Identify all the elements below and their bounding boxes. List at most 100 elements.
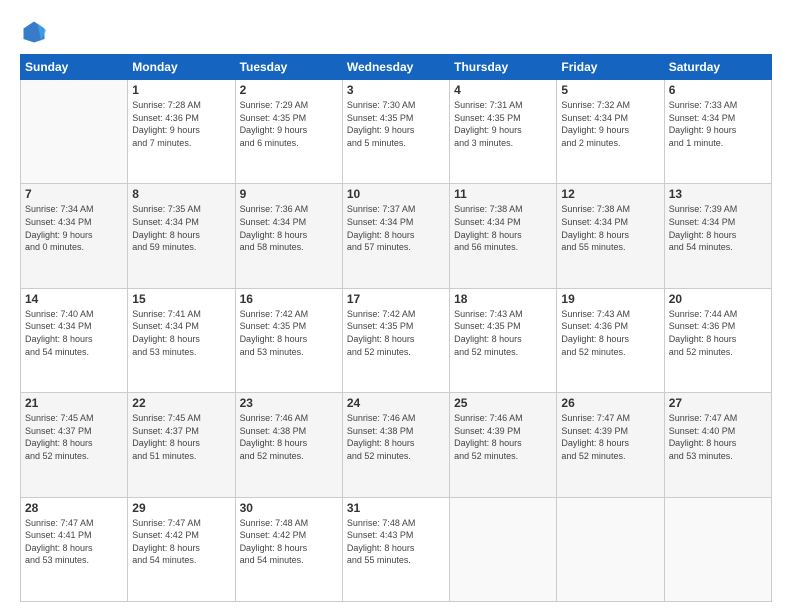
calendar-cell: 5 Sunrise: 7:32 AM Sunset: 4:34 PM Daylig… — [557, 80, 664, 184]
calendar-cell: 6 Sunrise: 7:33 AM Sunset: 4:34 PM Daylig… — [664, 80, 771, 184]
calendar-cell: 8 Sunrise: 7:35 AM Sunset: 4:34 PM Daylig… — [128, 184, 235, 288]
day-number: 14 — [25, 292, 123, 306]
cell-text: Sunrise: 7:38 AM Sunset: 4:34 PM Dayligh… — [561, 203, 659, 253]
cell-text: Sunrise: 7:41 AM Sunset: 4:34 PM Dayligh… — [132, 308, 230, 358]
cell-text: Sunrise: 7:31 AM Sunset: 4:35 PM Dayligh… — [454, 99, 552, 149]
day-number: 13 — [669, 187, 767, 201]
day-number: 3 — [347, 83, 445, 97]
calendar-cell — [21, 80, 128, 184]
cell-text: Sunrise: 7:44 AM Sunset: 4:36 PM Dayligh… — [669, 308, 767, 358]
cell-text: Sunrise: 7:48 AM Sunset: 4:43 PM Dayligh… — [347, 517, 445, 567]
calendar-week-4: 21 Sunrise: 7:45 AM Sunset: 4:37 PM Dayli… — [21, 393, 772, 497]
day-number: 5 — [561, 83, 659, 97]
day-number: 10 — [347, 187, 445, 201]
cell-text: Sunrise: 7:30 AM Sunset: 4:35 PM Dayligh… — [347, 99, 445, 149]
calendar-cell: 27Sunrise: 7:47 AM Sunset: 4:40 PM Dayli… — [664, 393, 771, 497]
calendar-cell: 1Sunrise: 7:28 AM Sunset: 4:36 PM Daylig… — [128, 80, 235, 184]
calendar-header-saturday: Saturday — [664, 55, 771, 80]
cell-text: Sunrise: 7:42 AM Sunset: 4:35 PM Dayligh… — [240, 308, 338, 358]
day-number: 17 — [347, 292, 445, 306]
calendar-cell: 15 Sunrise: 7:41 AM Sunset: 4:34 PM Dayli… — [128, 288, 235, 392]
calendar-week-2: 7 Sunrise: 7:34 AM Sunset: 4:34 PM Daylig… — [21, 184, 772, 288]
calendar-cell: 26 Sunrise: 7:47 AM Sunset: 4:39 PM Dayli… — [557, 393, 664, 497]
calendar-header-sunday: Sunday — [21, 55, 128, 80]
day-number: 26 — [561, 396, 659, 410]
day-number: 8 — [132, 187, 230, 201]
calendar-cell: 13 Sunrise: 7:39 AM Sunset: 4:34 PM Dayli… — [664, 184, 771, 288]
day-number: 6 — [669, 83, 767, 97]
cell-text: Sunrise: 7:43 AM Sunset: 4:36 PM Dayligh… — [561, 308, 659, 358]
day-number: 30 — [240, 501, 338, 515]
day-number: 24 — [347, 396, 445, 410]
calendar-cell: 30 Sunrise: 7:48 AM Sunset: 4:42 PM Dayli… — [235, 497, 342, 601]
day-number: 21 — [25, 396, 123, 410]
page: SundayMondayTuesdayWednesdayThursdayFrid… — [0, 0, 792, 612]
day-number: 4 — [454, 83, 552, 97]
calendar-header-wednesday: Wednesday — [342, 55, 449, 80]
cell-text: Sunrise: 7:45 AM Sunset: 4:37 PM Dayligh… — [25, 412, 123, 462]
calendar-cell — [450, 497, 557, 601]
day-number: 20 — [669, 292, 767, 306]
calendar-cell — [664, 497, 771, 601]
calendar-cell — [557, 497, 664, 601]
calendar-week-3: 14 Sunrise: 7:40 AM Sunset: 4:34 PM Dayli… — [21, 288, 772, 392]
day-number: 22 — [132, 396, 230, 410]
calendar-cell: 7 Sunrise: 7:34 AM Sunset: 4:34 PM Daylig… — [21, 184, 128, 288]
calendar-cell: 18 Sunrise: 7:43 AM Sunset: 4:35 PM Dayli… — [450, 288, 557, 392]
calendar-header-row: SundayMondayTuesdayWednesdayThursdayFrid… — [21, 55, 772, 80]
calendar-cell: 10 Sunrise: 7:37 AM Sunset: 4:34 PM Dayli… — [342, 184, 449, 288]
calendar-cell: 25Sunrise: 7:46 AM Sunset: 4:39 PM Dayli… — [450, 393, 557, 497]
calendar-header-thursday: Thursday — [450, 55, 557, 80]
calendar-cell: 9Sunrise: 7:36 AM Sunset: 4:34 PM Daylig… — [235, 184, 342, 288]
day-number: 18 — [454, 292, 552, 306]
day-number: 15 — [132, 292, 230, 306]
calendar-cell: 24 Sunrise: 7:46 AM Sunset: 4:38 PM Dayli… — [342, 393, 449, 497]
day-number: 23 — [240, 396, 338, 410]
cell-text: Sunrise: 7:48 AM Sunset: 4:42 PM Dayligh… — [240, 517, 338, 567]
cell-text: Sunrise: 7:46 AM Sunset: 4:38 PM Dayligh… — [347, 412, 445, 462]
calendar-cell: 4 Sunrise: 7:31 AM Sunset: 4:35 PM Daylig… — [450, 80, 557, 184]
calendar-week-5: 28Sunrise: 7:47 AM Sunset: 4:41 PM Dayli… — [21, 497, 772, 601]
logo — [20, 18, 52, 46]
calendar-cell: 17 Sunrise: 7:42 AM Sunset: 4:35 PM Dayli… — [342, 288, 449, 392]
calendar-week-1: 1Sunrise: 7:28 AM Sunset: 4:36 PM Daylig… — [21, 80, 772, 184]
calendar-cell: 2 Sunrise: 7:29 AM Sunset: 4:35 PM Daylig… — [235, 80, 342, 184]
cell-text: Sunrise: 7:34 AM Sunset: 4:34 PM Dayligh… — [25, 203, 123, 253]
calendar-cell: 20 Sunrise: 7:44 AM Sunset: 4:36 PM Dayli… — [664, 288, 771, 392]
day-number: 12 — [561, 187, 659, 201]
cell-text: Sunrise: 7:38 AM Sunset: 4:34 PM Dayligh… — [454, 203, 552, 253]
cell-text: Sunrise: 7:43 AM Sunset: 4:35 PM Dayligh… — [454, 308, 552, 358]
cell-text: Sunrise: 7:29 AM Sunset: 4:35 PM Dayligh… — [240, 99, 338, 149]
cell-text: Sunrise: 7:39 AM Sunset: 4:34 PM Dayligh… — [669, 203, 767, 253]
calendar-header-friday: Friday — [557, 55, 664, 80]
calendar-cell: 23Sunrise: 7:46 AM Sunset: 4:38 PM Dayli… — [235, 393, 342, 497]
cell-text: Sunrise: 7:46 AM Sunset: 4:39 PM Dayligh… — [454, 412, 552, 462]
calendar-cell: 14 Sunrise: 7:40 AM Sunset: 4:34 PM Dayli… — [21, 288, 128, 392]
day-number: 28 — [25, 501, 123, 515]
cell-text: Sunrise: 7:40 AM Sunset: 4:34 PM Dayligh… — [25, 308, 123, 358]
day-number: 2 — [240, 83, 338, 97]
cell-text: Sunrise: 7:47 AM Sunset: 4:39 PM Dayligh… — [561, 412, 659, 462]
calendar-cell: 11 Sunrise: 7:38 AM Sunset: 4:34 PM Dayli… — [450, 184, 557, 288]
cell-text: Sunrise: 7:37 AM Sunset: 4:34 PM Dayligh… — [347, 203, 445, 253]
day-number: 27 — [669, 396, 767, 410]
calendar-cell: 21 Sunrise: 7:45 AM Sunset: 4:37 PM Dayli… — [21, 393, 128, 497]
cell-text: Sunrise: 7:33 AM Sunset: 4:34 PM Dayligh… — [669, 99, 767, 149]
day-number: 19 — [561, 292, 659, 306]
cell-text: Sunrise: 7:45 AM Sunset: 4:37 PM Dayligh… — [132, 412, 230, 462]
calendar-cell: 22 Sunrise: 7:45 AM Sunset: 4:37 PM Dayli… — [128, 393, 235, 497]
day-number: 7 — [25, 187, 123, 201]
calendar-cell: 12 Sunrise: 7:38 AM Sunset: 4:34 PM Dayli… — [557, 184, 664, 288]
cell-text: Sunrise: 7:28 AM Sunset: 4:36 PM Dayligh… — [132, 99, 230, 149]
calendar-cell: 19 Sunrise: 7:43 AM Sunset: 4:36 PM Dayli… — [557, 288, 664, 392]
cell-text: Sunrise: 7:47 AM Sunset: 4:42 PM Dayligh… — [132, 517, 230, 567]
day-number: 16 — [240, 292, 338, 306]
cell-text: Sunrise: 7:35 AM Sunset: 4:34 PM Dayligh… — [132, 203, 230, 253]
day-number: 31 — [347, 501, 445, 515]
cell-text: Sunrise: 7:32 AM Sunset: 4:34 PM Dayligh… — [561, 99, 659, 149]
calendar-cell: 16 Sunrise: 7:42 AM Sunset: 4:35 PM Dayli… — [235, 288, 342, 392]
calendar-cell: 29Sunrise: 7:47 AM Sunset: 4:42 PM Dayli… — [128, 497, 235, 601]
calendar-cell: 3 Sunrise: 7:30 AM Sunset: 4:35 PM Daylig… — [342, 80, 449, 184]
cell-text: Sunrise: 7:42 AM Sunset: 4:35 PM Dayligh… — [347, 308, 445, 358]
day-number: 11 — [454, 187, 552, 201]
